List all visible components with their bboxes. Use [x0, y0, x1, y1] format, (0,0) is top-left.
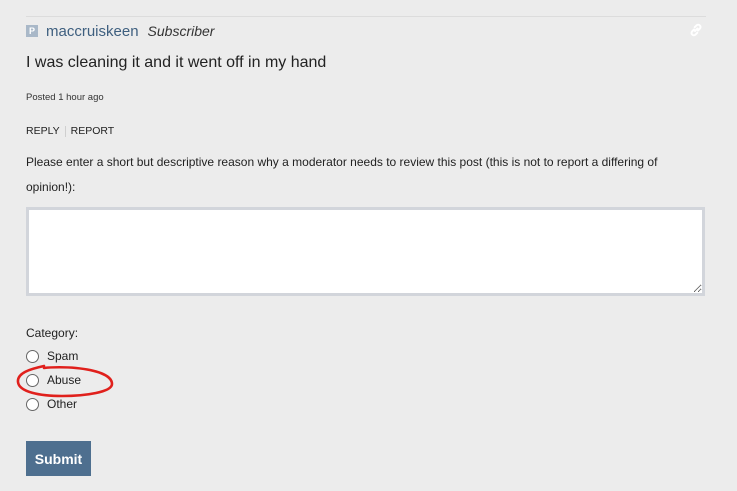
reply-link[interactable]: REPLY [26, 125, 60, 137]
spam-radio[interactable] [26, 349, 39, 363]
other-label[interactable]: Other [47, 397, 77, 411]
user-role: Subscriber [147, 23, 215, 39]
abuse-radio[interactable] [26, 373, 39, 387]
post-divider [26, 16, 706, 17]
report-reason-input[interactable] [26, 207, 705, 296]
username-link[interactable]: maccruiskeen [46, 23, 139, 40]
post-header: P maccruiskeen Subscriber [26, 22, 214, 40]
category-label: Category: [26, 326, 79, 340]
category-option-other[interactable]: Other [26, 397, 77, 411]
abuse-label[interactable]: Abuse [47, 373, 81, 387]
category-option-abuse[interactable]: Abuse [26, 373, 81, 387]
report-link[interactable]: REPORT [71, 125, 115, 137]
link-icon[interactable] [688, 22, 704, 38]
post-actions: REPLY REPORT [26, 125, 114, 137]
submit-button[interactable]: Submit [26, 441, 91, 476]
avatar-icon: P [26, 25, 38, 37]
category-option-spam[interactable]: Spam [26, 349, 78, 363]
post-timestamp: Posted 1 hour ago [26, 92, 104, 103]
other-radio[interactable] [26, 397, 39, 411]
report-prompt: Please enter a short but descriptive rea… [26, 155, 658, 194]
spam-label[interactable]: Spam [47, 349, 78, 363]
post-body: I was cleaning it and it went off in my … [26, 54, 327, 71]
action-separator [64, 125, 66, 137]
